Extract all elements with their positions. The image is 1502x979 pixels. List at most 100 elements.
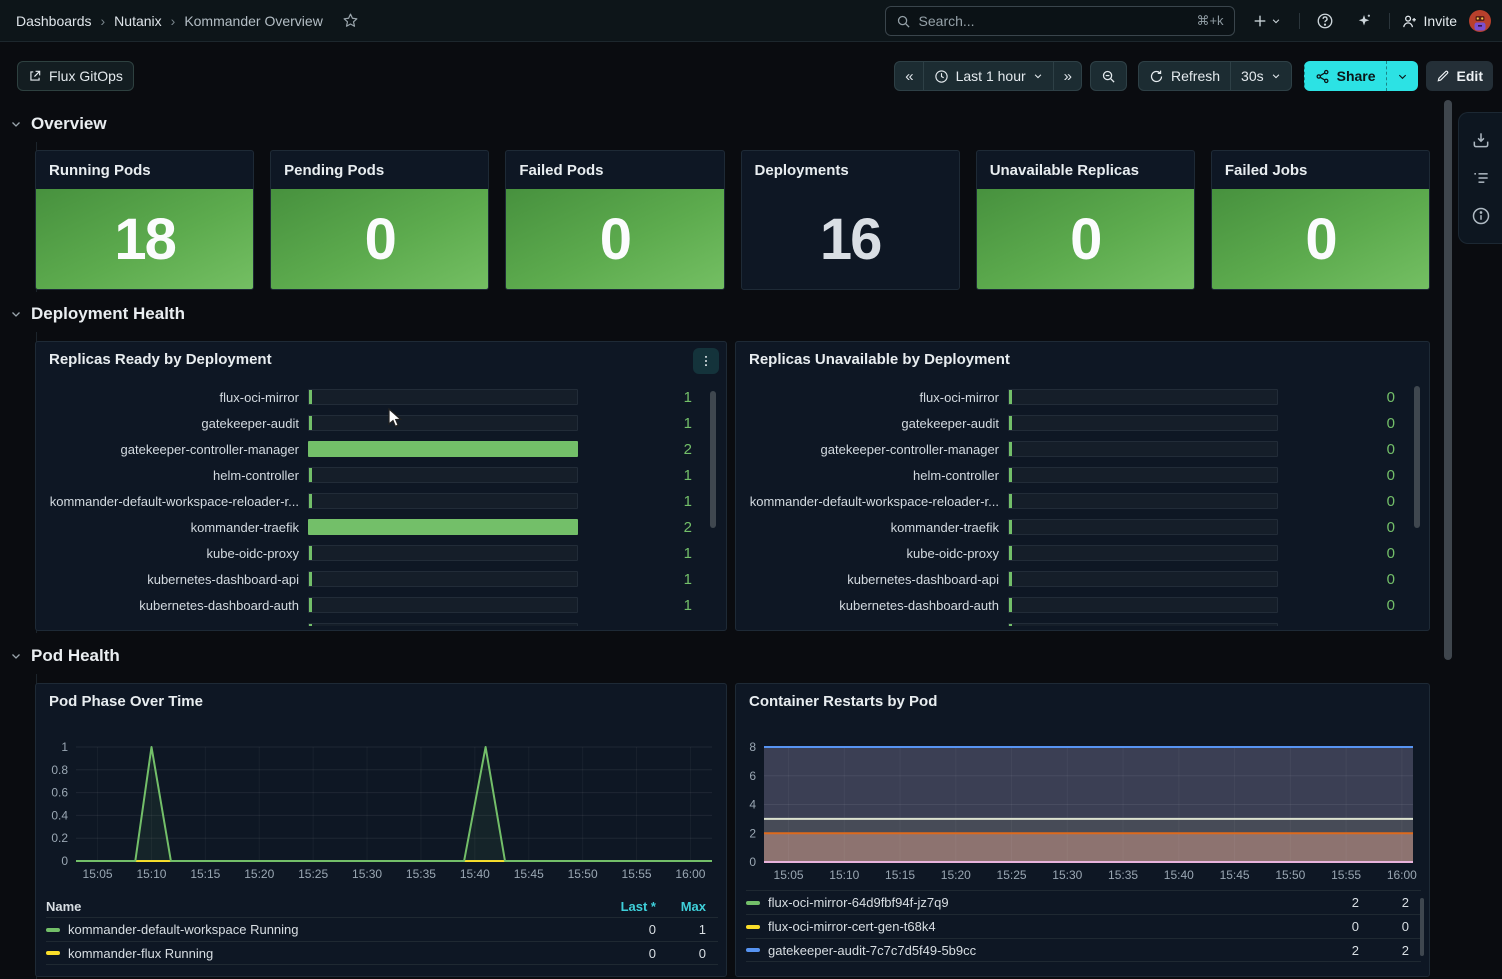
bar-gauge-value: 2 — [578, 441, 718, 458]
legend-scrollbar[interactable] — [1420, 898, 1424, 956]
bar-gauge-label: kube-oidc-proxy — [744, 546, 1008, 561]
section-deployment-health[interactable]: Deployment Health — [10, 304, 185, 324]
bar-gauge-start-tick — [1009, 442, 1012, 456]
stat-title: Deployments — [742, 151, 959, 189]
series-color-dash-icon — [46, 928, 60, 932]
bar-gauge-row: helm-controller0 — [744, 462, 1421, 488]
legend-row[interactable]: kommander-flux Running00 — [46, 941, 718, 965]
bar-gauge-label: gatekeeper-audit — [44, 416, 308, 431]
help-button[interactable] — [1311, 7, 1339, 35]
edit-button[interactable]: Edit — [1426, 61, 1493, 91]
legend-series-name[interactable]: kommander-flux Running — [46, 946, 596, 961]
svg-text:15:50: 15:50 — [1275, 868, 1305, 882]
bar-gauge-track — [1008, 545, 1278, 561]
panel-scrollbar[interactable] — [1414, 386, 1420, 528]
bar-gauge-start-tick — [309, 572, 312, 586]
user-avatar[interactable] — [1468, 9, 1492, 33]
section-overview[interactable]: Overview — [10, 114, 107, 134]
legend-header-last[interactable]: Last * — [596, 899, 656, 914]
bar-gauge-value: 0 — [1278, 493, 1421, 510]
svg-text:15:55: 15:55 — [1331, 868, 1361, 882]
legend-series-name[interactable]: kommander-default-workspace Running — [46, 922, 596, 937]
new-button[interactable] — [1246, 7, 1288, 35]
bar-gauge-track — [308, 623, 578, 626]
bar-gauge-label: kommander-default-workspace-reloader-r..… — [44, 494, 308, 509]
page-scrollbar[interactable] — [1444, 42, 1452, 979]
bar-gauge-label: kubernetes-dashboard-auth — [744, 598, 1008, 613]
panel-scrollbar[interactable] — [710, 391, 716, 528]
global-search-input[interactable]: Search... ⌘+k — [885, 6, 1235, 36]
section-pod-health[interactable]: Pod Health — [10, 646, 120, 666]
bar-gauge-start-tick — [1009, 416, 1012, 430]
section-deployment-title: Deployment Health — [31, 304, 185, 324]
legend-row[interactable]: gatekeeper-audit-7c7c7d5f49-5b9cc22 — [746, 938, 1421, 962]
bar-gauge-label: kommander-traefik — [44, 520, 308, 535]
legend-row[interactable]: flux-oci-mirror-cert-gen-t68k400 — [746, 914, 1421, 938]
chevron-down-icon — [10, 650, 22, 662]
legend-row[interactable]: flux-oci-mirror-64d9fbf94f-jz7q922 — [746, 890, 1421, 914]
legend-last-value: 0 — [1299, 919, 1359, 934]
share-button[interactable]: Share — [1304, 61, 1386, 91]
stat-value: 16 — [742, 189, 959, 289]
chevron-down-icon — [1271, 71, 1281, 81]
favorite-star-icon[interactable] — [342, 12, 359, 29]
refresh-interval-dropdown[interactable]: 30s — [1230, 62, 1291, 90]
svg-text:15:25: 15:25 — [298, 867, 328, 881]
bar-gauge-row: flux-oci-mirror1 — [44, 384, 718, 410]
legend-series-name[interactable]: flux-oci-mirror-64d9fbf94f-jz7q9 — [746, 895, 1299, 910]
panel-menu-button[interactable] — [693, 348, 719, 374]
time-range-picker[interactable]: Last 1 hour — [923, 62, 1053, 90]
ai-assistant-button[interactable] — [1350, 7, 1378, 35]
refresh-interval-value: 30s — [1241, 68, 1264, 84]
bar-gauge-track — [308, 389, 578, 405]
time-controls-group: « Last 1 hour » — [894, 61, 1082, 91]
outline-list-icon[interactable] — [1471, 168, 1491, 188]
legend-header-name[interactable]: Name — [46, 899, 596, 914]
export-download-icon[interactable] — [1471, 130, 1491, 150]
stat-title: Failed Jobs — [1212, 151, 1429, 189]
legend-row[interactable]: kommander-default-workspace Running01 — [46, 917, 718, 941]
breadcrumb-item-dashboards[interactable]: Dashboards — [16, 13, 92, 29]
time-range-back-button[interactable]: « — [895, 62, 922, 90]
page-scrollbar-thumb[interactable] — [1444, 100, 1452, 660]
info-icon[interactable] — [1471, 206, 1491, 226]
kebab-icon — [699, 354, 713, 368]
svg-text:16:00: 16:00 — [675, 867, 705, 881]
restarts-chart[interactable]: 0246815:0515:1015:1515:2015:2515:3015:35… — [744, 726, 1423, 884]
bar-gauge-label: flux-oci-mirror — [44, 390, 308, 405]
refresh-icon — [1149, 69, 1164, 84]
legend-last-value: 0 — [596, 922, 656, 937]
flux-gitops-button[interactable]: Flux GitOps — [17, 61, 134, 91]
bar-gauge-track — [1008, 493, 1278, 509]
pod-phase-legend: NameLast *Max kommander-default-workspace… — [46, 896, 718, 965]
side-toolbar — [1458, 112, 1502, 244]
bar-gauge-start-tick — [1009, 598, 1012, 612]
external-link-icon — [28, 69, 42, 83]
time-range-label: Last 1 hour — [956, 68, 1026, 84]
refresh-button[interactable]: Refresh — [1139, 62, 1230, 90]
panel-pod-phase: Pod Phase Over Time 00.20.40.60.8115:051… — [35, 683, 727, 977]
svg-text:15:35: 15:35 — [1108, 868, 1138, 882]
svg-text:15:35: 15:35 — [406, 867, 436, 881]
invite-button[interactable]: Invite — [1401, 13, 1457, 30]
share-label: Share — [1337, 68, 1376, 84]
bar-gauge-label: gatekeeper-controller-manager — [44, 442, 308, 457]
breadcrumb-item-current: Kommander Overview — [184, 13, 323, 29]
time-range-forward-button[interactable]: » — [1053, 62, 1081, 90]
legend-series-name[interactable]: flux-oci-mirror-cert-gen-t68k4 — [746, 919, 1299, 934]
pod-phase-chart[interactable]: 00.20.40.60.8115:0515:1015:1515:2015:251… — [44, 727, 720, 892]
chevron-down-icon — [1033, 71, 1043, 81]
bar-gauge-row: kube-oidc-proxy0 — [744, 540, 1421, 566]
breadcrumb-separator-icon: › — [171, 13, 176, 29]
legend-max-value: 1 — [656, 922, 718, 937]
zoom-out-button[interactable] — [1090, 61, 1127, 91]
legend-header-max[interactable]: Max — [656, 899, 718, 914]
share-dropdown-toggle[interactable] — [1386, 61, 1418, 91]
stat-panel-pending-pods: Pending Pods0 — [270, 150, 489, 290]
bar-gauge-value: 1 — [578, 467, 718, 484]
bar-gauge-row: kommander-default-workspace-reloader-r..… — [744, 488, 1421, 514]
legend-series-name[interactable]: gatekeeper-audit-7c7c7d5f49-5b9cc — [746, 943, 1299, 958]
invite-label: Invite — [1424, 13, 1457, 29]
bar-gauge-row: kubernetes-dashboard-...1 — [44, 618, 718, 626]
breadcrumb-item-nutanix[interactable]: Nutanix — [114, 13, 161, 29]
